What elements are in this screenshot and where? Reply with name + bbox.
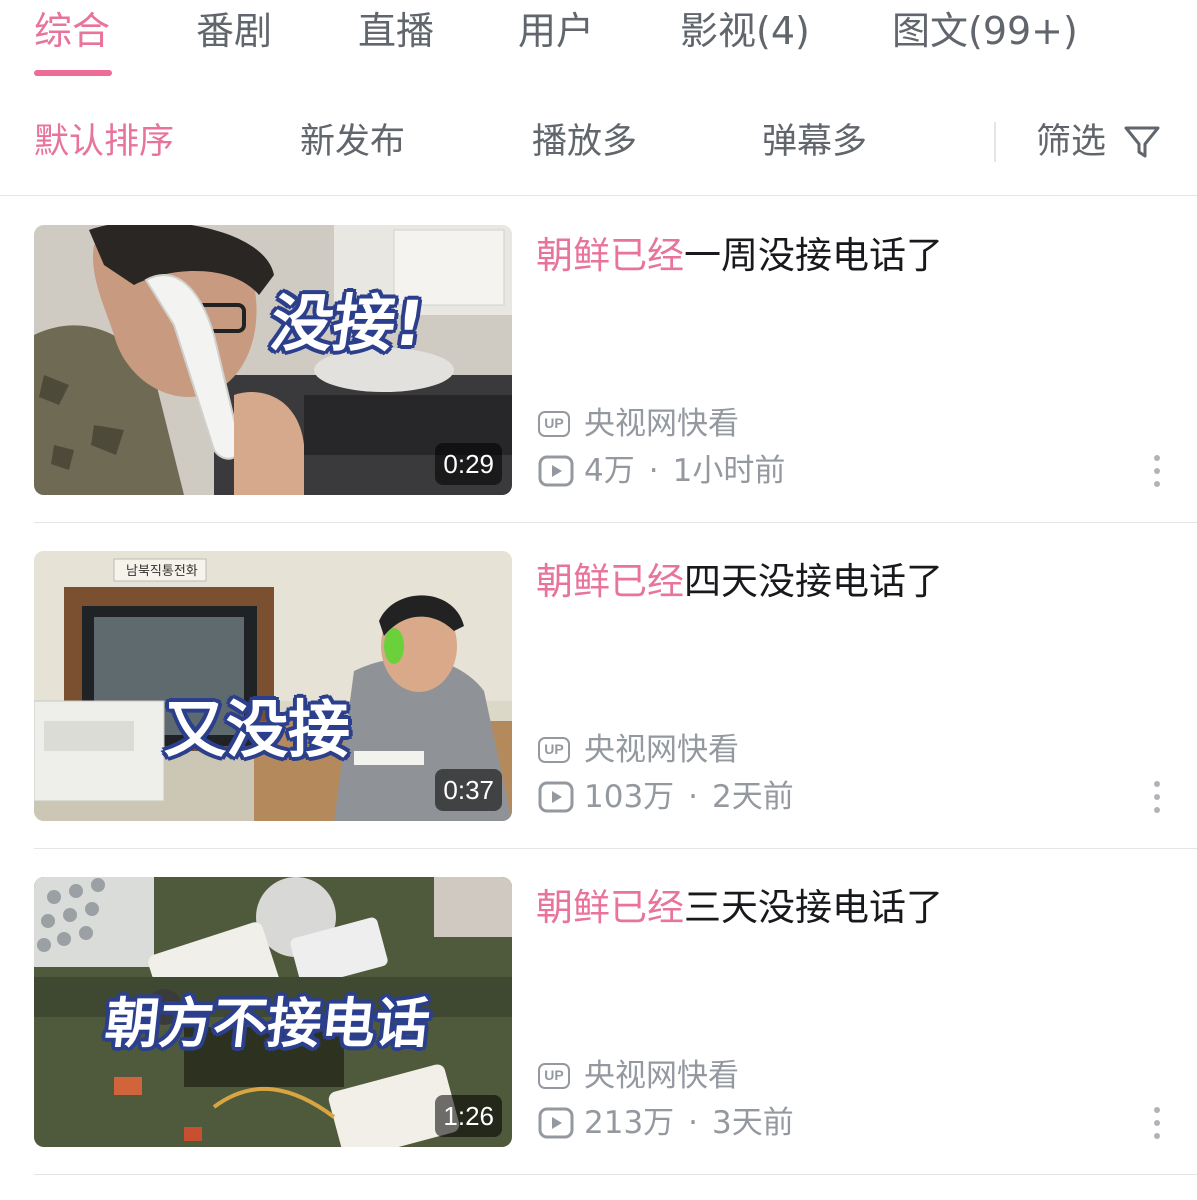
video-thumbnail[interactable]: 남북직통전화 又没接 0:37 (34, 551, 512, 821)
stats-row: 103万 · 2天前 (538, 777, 794, 817)
video-duration: 0:29 (435, 443, 502, 485)
title-text: 三天没接电话了 (684, 886, 943, 929)
title-highlight: 朝鲜已经 (536, 560, 684, 603)
sort-bar: 默认排序 新发布 播放多 弹幕多 筛选 (0, 100, 1197, 196)
publish-time: 2天前 (712, 779, 794, 815)
title-text: 四天没接电话了 (684, 560, 943, 603)
uploader-row[interactable]: UP 央视网快看 (538, 404, 739, 444)
sort-most-played[interactable]: 播放多 (532, 120, 637, 164)
title-text: 一周没接电话了 (684, 234, 943, 277)
uploader-row[interactable]: UP 央视网快看 (538, 1056, 739, 1096)
sort-newest[interactable]: 新发布 (300, 120, 405, 164)
card-divider (34, 1174, 1197, 1175)
video-card[interactable]: 朝方不接电话 1:26 朝鲜已经三天没接电话了 UP 央视网快看 213万 · … (34, 849, 1197, 1175)
thumbnail-caption: 没接! (266, 287, 429, 360)
video-title[interactable]: 朝鲜已经一周没接电话了 (536, 231, 943, 281)
view-count: 213万 (584, 1105, 675, 1141)
uploader-name: 央视网快看 (584, 406, 739, 442)
thumbnail-caption: 又没接 (164, 693, 351, 766)
stats-row: 4万 · 1小时前 (538, 451, 785, 491)
tab-anime[interactable]: 番剧 (196, 8, 272, 54)
meta-separator: · (688, 779, 699, 815)
video-card[interactable]: 남북직통전화 又没接 0:37 朝鲜已经四天没接电话了 UP 央视网快看 103… (34, 523, 1197, 849)
more-options-icon[interactable] (1153, 453, 1161, 489)
up-badge-icon: UP (538, 411, 570, 437)
video-title[interactable]: 朝鲜已经三天没接电话了 (536, 883, 943, 933)
play-count-icon (538, 781, 574, 813)
sort-default[interactable]: 默认排序 (34, 120, 174, 164)
up-badge-icon: UP (538, 737, 570, 763)
stats-row: 213万 · 3天前 (538, 1103, 794, 1143)
filter-label[interactable]: 筛选 (1036, 120, 1106, 164)
title-highlight: 朝鲜已经 (536, 234, 684, 277)
tab-articles[interactable]: 图文(99+) (892, 8, 1078, 54)
view-count: 103万 (584, 779, 675, 815)
thumbnail-caption: 朝方不接电话 (102, 992, 433, 1055)
active-tab-indicator (34, 70, 112, 76)
publish-time: 1小时前 (672, 453, 786, 489)
video-duration: 1:26 (435, 1095, 502, 1137)
up-badge-icon: UP (538, 1063, 570, 1089)
thumbnail-sign: 남북직통전화 (126, 564, 198, 579)
video-duration: 0:37 (435, 769, 502, 811)
uploader-name: 央视网快看 (584, 732, 739, 768)
sort-divider (994, 122, 996, 162)
sort-most-danmaku[interactable]: 弹幕多 (762, 120, 867, 164)
view-count: 4万 (584, 453, 635, 489)
publish-time: 3天前 (712, 1105, 794, 1141)
video-title[interactable]: 朝鲜已经四天没接电话了 (536, 557, 943, 607)
tab-users[interactable]: 用户 (518, 8, 594, 54)
video-thumbnail[interactable]: 朝方不接电话 1:26 (34, 877, 512, 1147)
more-options-icon[interactable] (1153, 779, 1161, 815)
funnel-icon[interactable] (1122, 122, 1162, 162)
uploader-row[interactable]: UP 央视网快看 (538, 730, 739, 770)
play-count-icon (538, 1107, 574, 1139)
play-count-icon (538, 455, 574, 487)
more-options-icon[interactable] (1153, 1105, 1161, 1141)
tab-film-tv[interactable]: 影视(4) (680, 8, 810, 54)
video-card[interactable]: 没接! 0:29 朝鲜已经一周没接电话了 UP 央视网快看 4万 · 1小时前 (34, 197, 1197, 523)
uploader-name: 央视网快看 (584, 1058, 739, 1094)
meta-separator: · (688, 1105, 699, 1141)
title-highlight: 朝鲜已经 (536, 886, 684, 929)
tab-live[interactable]: 直播 (358, 8, 434, 54)
tab-comprehensive[interactable]: 综合 (34, 8, 110, 54)
meta-separator: · (648, 453, 659, 489)
category-tabs: 综合 番剧 直播 用户 影视(4) 图文(99+) (0, 0, 1197, 88)
video-thumbnail[interactable]: 没接! 0:29 (34, 225, 512, 495)
